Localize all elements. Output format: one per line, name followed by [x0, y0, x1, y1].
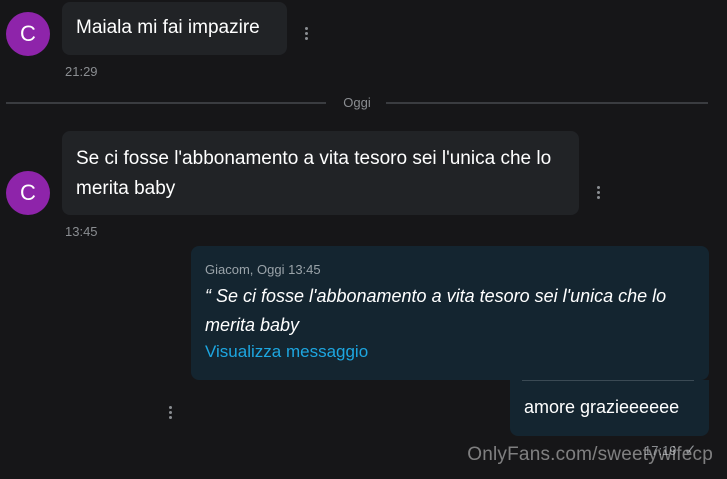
chat-thread: C Maiala mi fai impazire 21:29 Oggi C Se… — [0, 0, 727, 479]
day-divider-label: Oggi — [343, 95, 371, 110]
message-bubble[interactable]: Maiala mi fai impazire — [62, 2, 287, 55]
more-options-icon[interactable] — [305, 27, 309, 40]
quote-author-time: Giacom, Oggi 13:45 — [205, 262, 321, 277]
quoted-message-card[interactable]: Giacom, Oggi 13:45 “ Se ci fosse l'abbon… — [191, 246, 709, 380]
more-options-icon[interactable] — [597, 186, 601, 199]
avatar[interactable]: C — [6, 12, 50, 56]
message-text: Maiala mi fai impazire — [76, 17, 260, 38]
watermark: OnlyFans.com/sweetywifecp — [467, 444, 713, 465]
message-text: Se ci fosse l'abbonamento a vita tesoro … — [76, 148, 552, 199]
bubble-separator — [522, 380, 694, 381]
message-bubble[interactable]: Se ci fosse l'abbonamento a vita tesoro … — [62, 131, 579, 215]
divider-line-right — [386, 102, 708, 104]
message-text: amore grazieeeeee — [524, 397, 680, 417]
divider-line-left — [6, 102, 326, 104]
message-time: 13:45 — [65, 224, 98, 239]
view-message-link[interactable]: Visualizza messaggio — [205, 340, 695, 364]
message-time: 21:29 — [65, 64, 98, 79]
avatar[interactable]: C — [6, 171, 50, 215]
quote-text: “ Se ci fosse l'abbonamento a vita tesor… — [205, 286, 667, 335]
sent-message-bubble[interactable]: amore grazieeeeee — [510, 380, 709, 436]
more-options-icon[interactable] — [169, 406, 173, 419]
